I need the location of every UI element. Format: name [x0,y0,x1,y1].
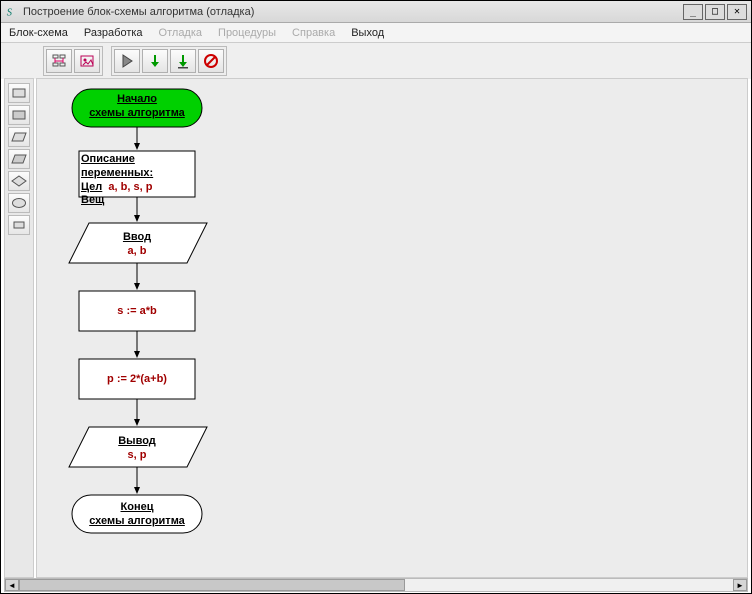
palette-parallelogram2[interactable] [8,149,30,169]
scroll-right-button[interactable]: ► [733,579,747,591]
stop-button[interactable] [198,49,224,73]
scroll-left-button[interactable]: ◄ [5,579,19,591]
menu-bar: Блок-схема Разработка Отладка Процедуры … [1,23,751,43]
app-icon: S [5,5,19,19]
start-label: Начало схемы алгоритма [72,93,202,121]
menu-help: Справка [292,27,335,39]
run-button[interactable] [114,49,140,73]
title-bar: S Построение блок-схемы алгоритма (отлад… [1,1,751,23]
tool-struct-button[interactable] [46,49,72,73]
tool-image-icon [79,53,95,69]
palette-rect2[interactable] [8,105,30,125]
minimize-button[interactable]: _ [683,4,703,20]
end-label: Конец схемы алгоритма [72,501,202,529]
tool-image-button[interactable] [74,49,100,73]
toolbar-group-edit [43,46,103,76]
step-into-icon [175,53,191,69]
decl-label: Описание переменных: Цел a, b, s, p Вещ [81,153,195,208]
step-into-button[interactable] [170,49,196,73]
toolbar-group-run [111,46,227,76]
menu-exit[interactable]: Выход [351,27,384,39]
run-icon [119,53,135,69]
shape-palette [4,78,34,578]
canvas[interactable]: Начало схемы алгоритма Описание переменн… [36,78,748,578]
palette-parallelogram[interactable] [8,127,30,147]
palette-diamond[interactable] [8,171,30,191]
palette-rect[interactable] [8,83,30,103]
window-title: Построение блок-схемы алгоритма (отладка… [23,6,681,18]
shape-parallelogram-icon [11,130,27,144]
output-label: Вывод s, p [77,435,197,463]
toolbar [1,43,751,79]
scroll-thumb[interactable] [19,579,405,591]
shape-diamond-icon [11,174,27,188]
stop-icon [203,53,219,69]
step-over-button[interactable] [142,49,168,73]
work-area: Начало схемы алгоритма Описание переменн… [4,78,748,578]
tool-struct-icon [51,53,67,69]
scroll-track[interactable] [19,579,733,591]
palette-rect-small[interactable] [8,215,30,235]
menu-procedures: Процедуры [218,27,276,39]
input-label: Ввод a, b [77,231,197,259]
maximize-button[interactable]: □ [705,4,725,20]
shape-rect-small-icon [11,218,27,232]
proc1-label: s := a*b [79,305,195,319]
svg-text:S: S [7,7,13,18]
horizontal-scrollbar[interactable]: ◄ ► [4,578,748,592]
shape-ellipse-icon [11,196,27,210]
shape-rect2-icon [11,108,27,122]
proc2-label: p := 2*(a+b) [79,373,195,387]
step-over-icon [147,53,163,69]
close-button[interactable]: ✕ [727,4,747,20]
menu-debug: Отладка [159,27,202,39]
shape-rect-icon [11,86,27,100]
menu-development[interactable]: Разработка [84,27,143,39]
shape-parallelogram2-icon [11,152,27,166]
menu-block-scheme[interactable]: Блок-схема [9,27,68,39]
palette-ellipse[interactable] [8,193,30,213]
